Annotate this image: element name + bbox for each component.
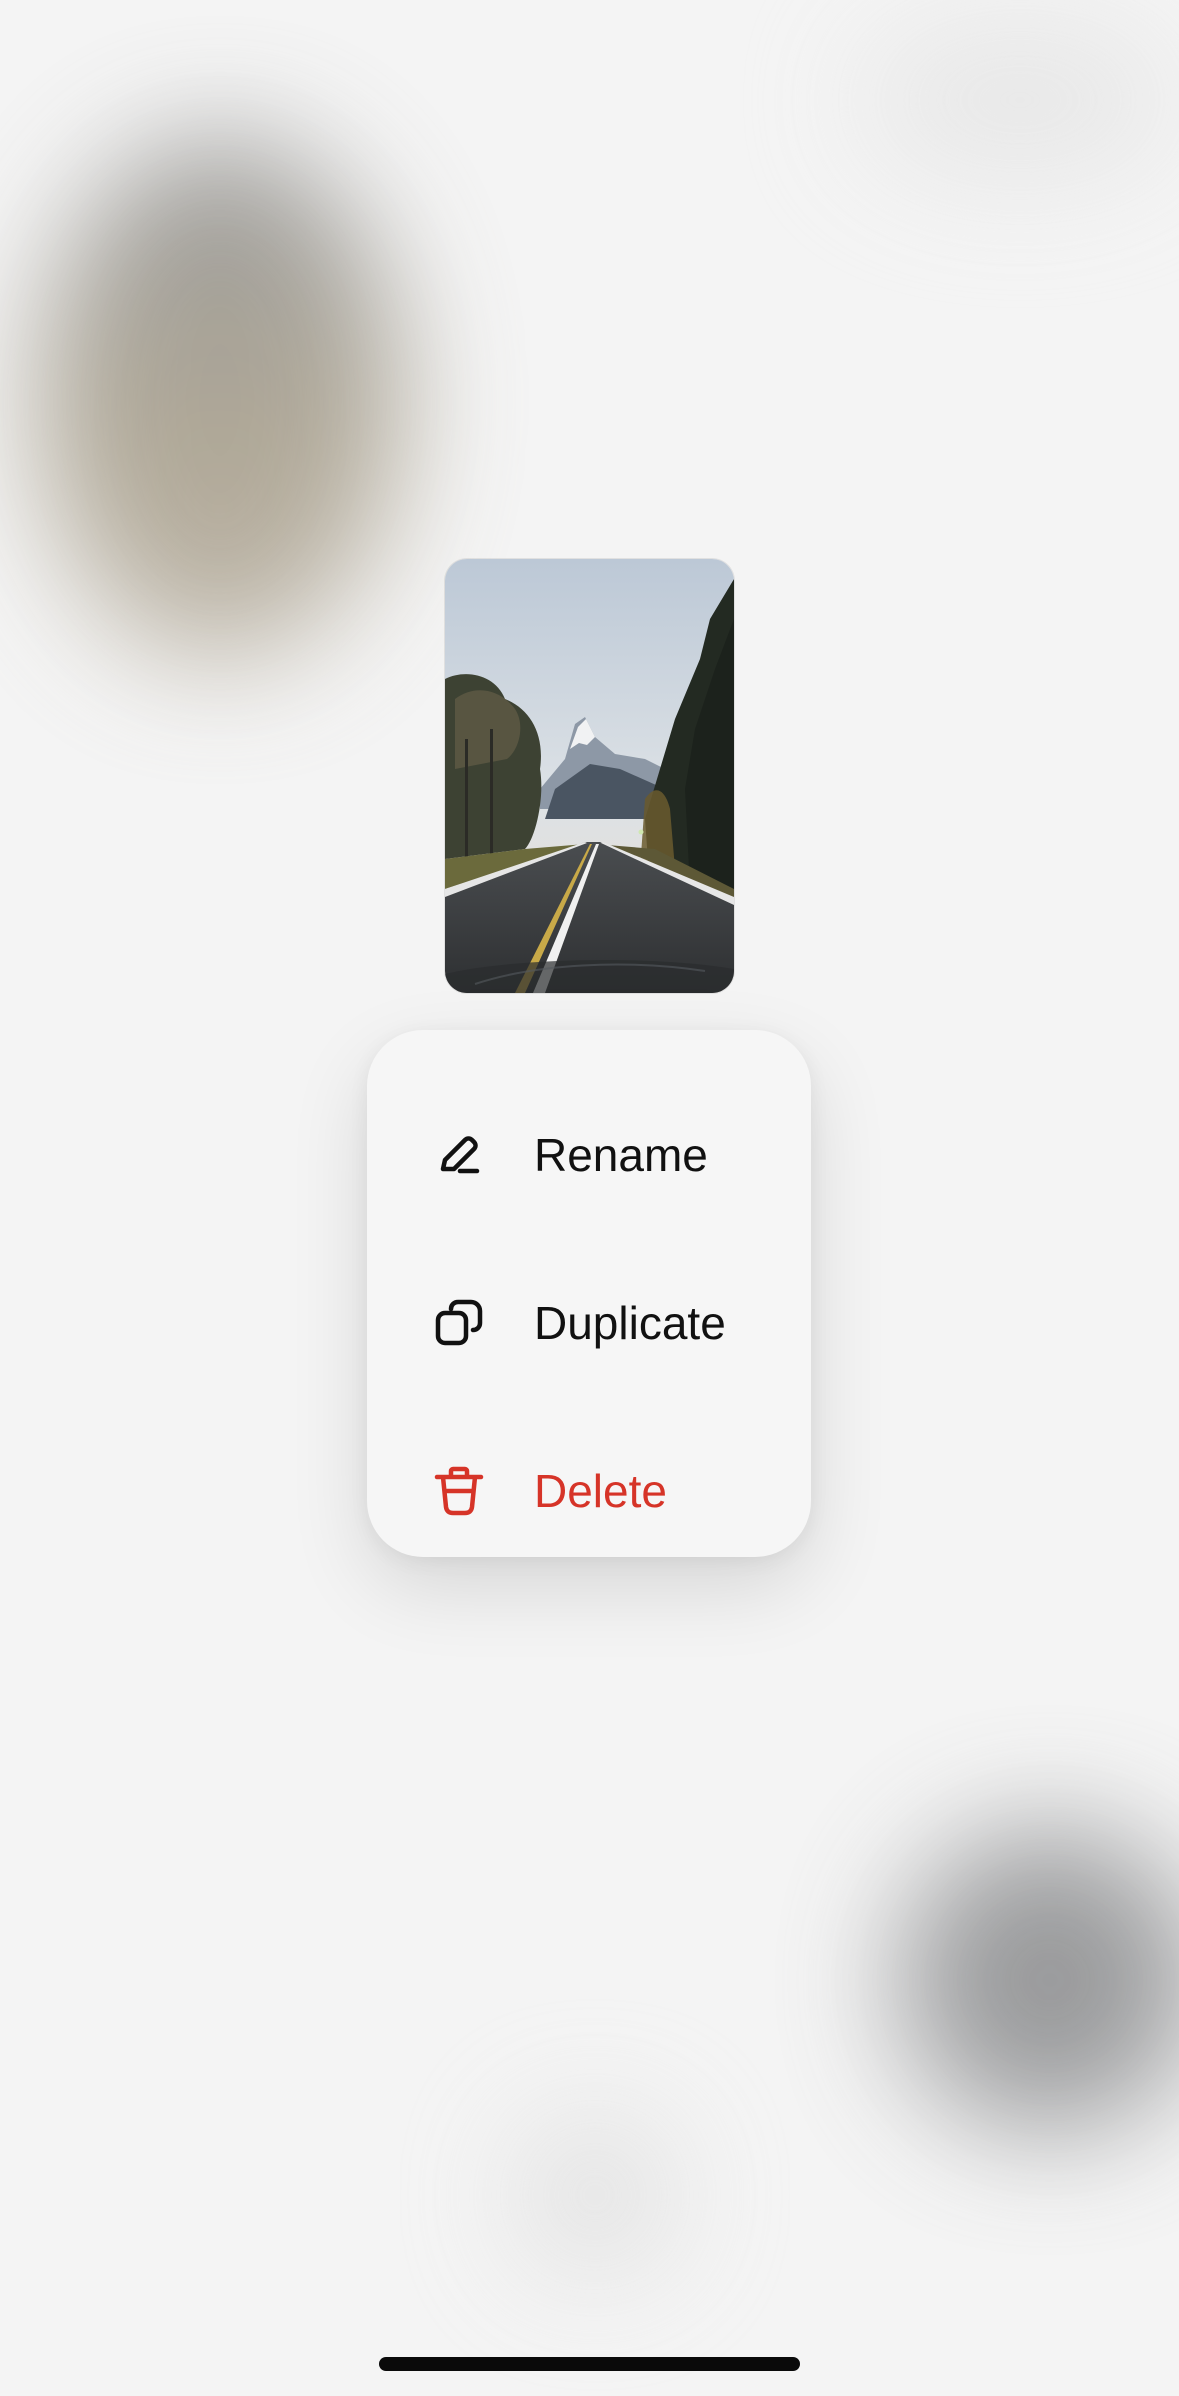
trash-icon: [431, 1463, 487, 1519]
blurred-content: [40, 140, 400, 660]
blurred-content: [520, 2120, 670, 2270]
duplicate-menu-item[interactable]: Duplicate: [367, 1248, 811, 1398]
blurred-content: [860, 20, 1179, 180]
duplicate-label: Duplicate: [534, 1297, 726, 1349]
photo-thumbnail[interactable]: [445, 559, 734, 993]
mountain-road-photo: [445, 559, 734, 993]
delete-label: Delete: [534, 1465, 667, 1517]
rename-menu-item[interactable]: Rename: [367, 1080, 811, 1230]
rename-label: Rename: [534, 1129, 708, 1181]
blurred-content: [900, 1830, 1179, 2130]
pencil-icon: [431, 1127, 487, 1183]
duplicate-icon: [431, 1295, 487, 1351]
context-menu: Rename Duplicate Delete: [367, 1030, 811, 1557]
delete-menu-item[interactable]: Delete: [367, 1416, 811, 1566]
home-indicator[interactable]: [379, 2357, 800, 2371]
